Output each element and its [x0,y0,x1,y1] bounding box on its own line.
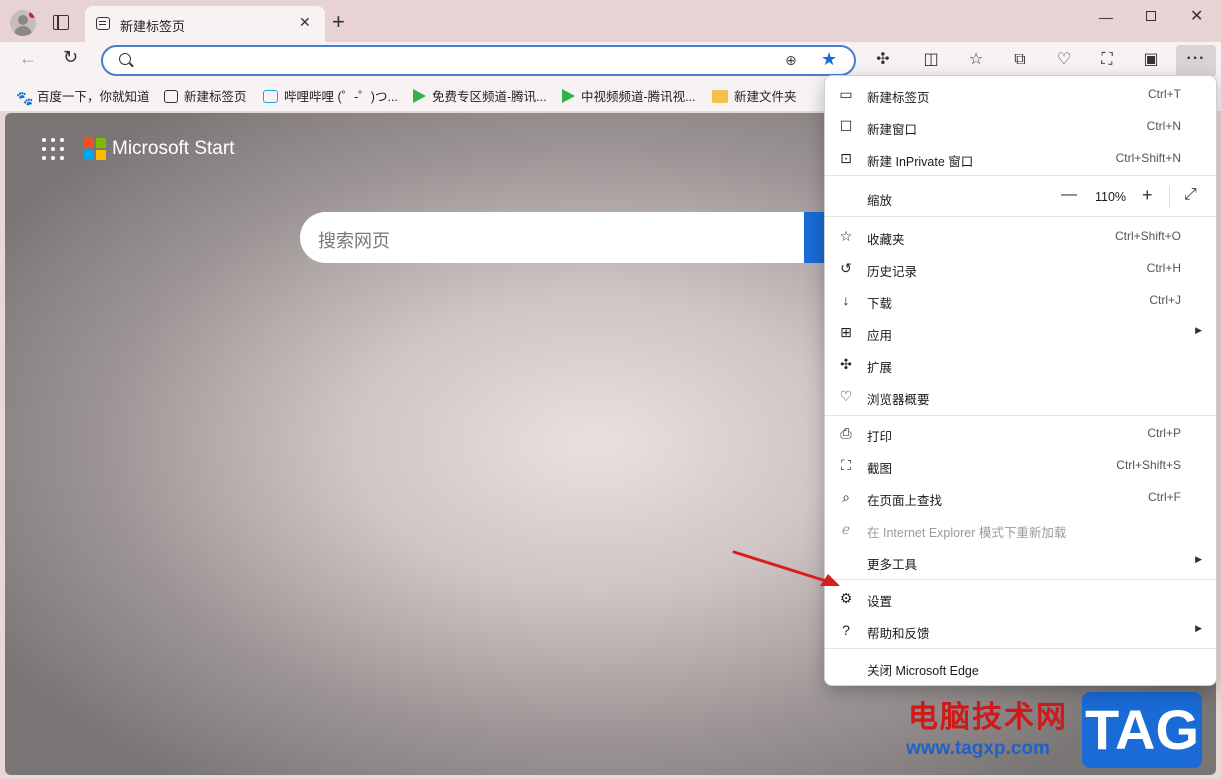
extensions-icon: ✣ [840,356,852,372]
tencent-video-icon [413,89,426,103]
menu-item-find-on-page[interactable]: ⌕ 在页面上查找 Ctrl+F [825,482,1216,512]
settings-menu: ▭ 新建标签页 Ctrl+T ☐ 新建窗口 Ctrl+N ⊡ 新建 InPriv… [824,75,1217,686]
tab-title: 新建标签页 [120,19,186,34]
menu-item-close-edge[interactable]: 关闭 Microsoft Edge [825,652,1216,682]
favorite-star-icon[interactable]: ★ [821,49,837,70]
microsoft-logo-icon [84,138,106,160]
zoom-level: 110% [1095,190,1127,204]
submenu-arrow-icon: ▶ [1195,554,1202,564]
zoom-out-button[interactable]: — [1061,186,1077,204]
menu-item-inprivate-window[interactable]: ⊡ 新建 InPrivate 窗口 Ctrl+Shift+N [825,143,1216,173]
tab-actions-icon[interactable] [53,15,69,30]
menu-item-favorites[interactable]: ☆ 收藏夹 Ctrl+Shift+O [825,221,1216,251]
menu-item-history[interactable]: ↺ 历史记录 Ctrl+H [825,253,1216,283]
menu-item-apps[interactable]: ⊞ 应用 ▶ [825,317,1216,347]
menu-item-browser-essentials[interactable]: ♡ 浏览器概要 [825,381,1216,411]
print-icon: ⎙ [840,425,852,441]
brand-title: Microsoft Start [112,138,235,159]
menu-divider [825,216,1216,217]
favorites-icon: ☆ [839,228,853,244]
new-tab-icon: ▭ [839,86,853,102]
menu-item-new-window[interactable]: ☐ 新建窗口 Ctrl+N [825,111,1216,141]
collections-icon[interactable]: ⧉ [1010,50,1030,70]
watermark-url: www.tagxp.com [906,738,1050,759]
history-icon: ↺ [840,260,852,276]
menu-item-settings[interactable]: ⚙ 设置 [825,583,1216,613]
find-icon: ⌕ [842,489,850,505]
bookmark-baidu[interactable]: 🐾 百度一下，你就知道 [16,86,150,106]
inprivate-icon: ⊡ [840,150,852,166]
back-button[interactable]: ← [19,48,37,69]
menu-divider [825,648,1216,649]
new-tab-page-icon [96,17,110,30]
search-placeholder: 搜索网页 [318,231,390,251]
folder-icon [712,90,728,103]
screenshot-icon: ⛶ [841,457,851,473]
menu-item-screenshot[interactable]: ⛶ 截图 Ctrl+Shift+S [825,450,1216,480]
bookmark-tencent-free[interactable]: 免费专区频道-腾讯... [413,86,547,104]
menu-item-help-feedback[interactable]: ? 帮助和反馈 ▶ [825,615,1216,645]
app-launcher-icon[interactable] [42,138,64,160]
profile-avatar-icon[interactable] [10,10,36,36]
browser-essentials-icon[interactable]: ♡ [1054,50,1074,70]
minimize-button[interactable]: — [1099,9,1113,25]
fullscreen-icon[interactable]: ⤢ [1184,186,1197,204]
menu-divider [825,175,1216,176]
submenu-arrow-icon: ▶ [1195,623,1202,633]
bookmark-new-tab[interactable]: 新建标签页 [164,86,247,104]
tencent-video-icon [562,89,575,103]
split-screen-icon[interactable]: ◫ [921,50,941,70]
favorites-icon[interactable]: ☆ [966,50,986,70]
menu-item-extensions[interactable]: ✣ 扩展 [825,349,1216,379]
bilibili-icon [263,90,278,103]
new-tab-icon [164,90,178,103]
browser-essentials-icon: ♡ [839,388,853,404]
bookmark-bilibili[interactable]: 哔哩哔哩 (゜-゜)つ... [263,86,398,104]
gear-icon: ⚙ [839,590,853,606]
tab-new-tab[interactable]: 新建标签页 ✕ [85,6,325,42]
baidu-paw-icon: 🐾 [16,90,34,106]
search-icon [119,53,131,65]
maximize-button[interactable] [1146,11,1156,21]
menu-divider [825,579,1216,580]
toolbar: ← ↻ ⊕ ★ ✣ ◫ ☆ ⧉ ♡ ⛶ ▣ ··· [0,42,1221,79]
sidebar-icon[interactable]: ▣ [1141,50,1161,70]
download-icon: ↓ [842,292,850,308]
new-tab-button[interactable]: + [332,10,345,34]
new-window-icon: ☐ [839,118,853,134]
apps-icon: ⊞ [840,324,852,340]
menu-item-new-tab[interactable]: ▭ 新建标签页 Ctrl+T [825,79,1216,109]
menu-zoom-row: 缩放 — 110% + ⤢ [867,185,1197,208]
submenu-arrow-icon: ▶ [1195,325,1202,335]
menu-divider [825,415,1216,416]
tab-close-icon[interactable]: ✕ [299,14,311,31]
help-icon: ? [842,622,850,638]
annotation-arrow-icon [732,550,840,586]
watermark-badge: TAG [1082,692,1202,768]
zoom-in-button[interactable]: + [1142,185,1153,206]
extensions-icon[interactable]: ✣ [873,50,893,70]
web-search-box[interactable]: 搜索网页 [300,212,840,263]
menu-item-more-tools[interactable]: 更多工具 ▶ [825,546,1216,576]
screenshot-icon[interactable]: ⛶ [1097,50,1117,70]
settings-and-more-button[interactable]: ··· [1176,45,1216,77]
watermark-site-name: 电脑技术网 [908,701,1068,734]
bookmark-tencent-mid[interactable]: 中视频频道-腾讯视... [562,86,696,104]
window-close-button[interactable]: ✕ [1190,6,1203,26]
menu-item-print[interactable]: ⎙ 打印 Ctrl+P [825,418,1216,448]
watermark: 电脑技术网 www.tagxp.com TAG [900,690,1210,772]
menu-item-downloads[interactable]: ↓ 下载 Ctrl+J [825,285,1216,315]
zoom-indicator-icon[interactable]: ⊕ [785,52,797,69]
address-bar[interactable]: ⊕ ★ [101,45,856,76]
menu-item-ie-mode: ℯ 在 Internet Explorer 模式下重新加载 [825,514,1216,544]
bookmark-folder[interactable]: 新建文件夹 [712,86,797,104]
reload-button[interactable]: ↻ [63,47,78,68]
ie-mode-icon: ℯ [841,521,851,537]
title-bar: 新建标签页 ✕ + — ✕ [0,0,1221,44]
